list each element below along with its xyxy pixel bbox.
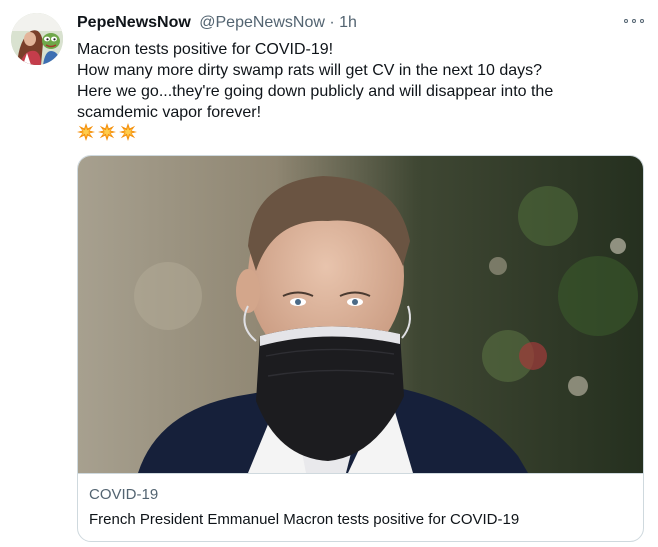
card-domain: COVID-19	[89, 486, 159, 503]
tweet-text: Macron tests positive for COVID-19! How …	[77, 39, 637, 123]
more-options-icon[interactable]	[624, 14, 644, 28]
tweet[interactable]: PepeNewsNow @PepeNewsNow · 1h Macron tes…	[0, 0, 658, 547]
tweet-text-line: scamdemic vapor forever!	[77, 104, 262, 121]
avatar[interactable]	[11, 13, 63, 65]
collision-icon	[77, 123, 95, 141]
timestamp[interactable]: 1h	[339, 14, 357, 31]
tweet-header: PepeNewsNow @PepeNewsNow · 1h	[77, 14, 646, 36]
link-card[interactable]: COVID-19 French President Emmanuel Macro…	[77, 155, 644, 542]
separator-dot: ·	[329, 14, 335, 31]
user-handle[interactable]: @PepeNewsNow	[199, 14, 325, 31]
tweet-text-line: How many more dirty swamp rats will get …	[77, 62, 543, 79]
collision-icon	[119, 123, 137, 141]
tweet-text-line: Macron tests positive for COVID-19!	[77, 41, 334, 58]
card-image[interactable]	[78, 156, 643, 473]
tweet-text-line: Here we go...they're going down publicly…	[77, 83, 554, 100]
card-divider	[78, 473, 643, 474]
display-name[interactable]: PepeNewsNow	[77, 14, 191, 31]
emoji-row	[77, 123, 137, 141]
card-title[interactable]: French President Emmanuel Macron tests p…	[89, 511, 519, 528]
collision-icon	[98, 123, 116, 141]
